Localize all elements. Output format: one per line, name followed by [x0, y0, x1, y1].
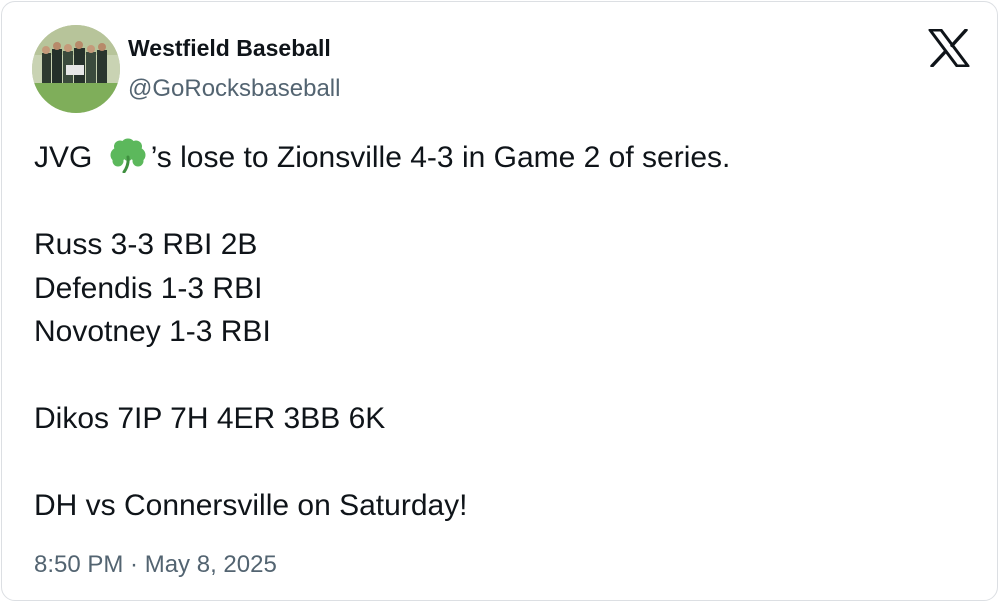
- tweet-line-text: ’s lose to Zionsville 4-3 in Game 2 of s…: [150, 141, 731, 174]
- author-handle[interactable]: @GoRocksbaseball: [128, 73, 340, 105]
- tweet-line: Defendis 1-3 RBI: [34, 271, 263, 305]
- tweet-timestamp[interactable]: 8:50 PM · May 8, 2025: [34, 549, 277, 581]
- team-photo-avatar-icon: [32, 25, 120, 113]
- tweet-line: Russ 3-3 RBI 2B: [34, 228, 258, 261]
- author-avatar[interactable]: [32, 25, 120, 113]
- tweet-line: DH vs Connersville on Saturday!: [34, 489, 468, 522]
- tweet-line: Novotney 1-3 RBI: [34, 315, 271, 348]
- tweet-line: JVG ’s lose to Zionsville 4-3 in Game 2 …: [34, 136, 974, 180]
- author-display-name[interactable]: Westfield Baseball: [128, 32, 331, 64]
- shamrock-emoji-icon: [107, 137, 149, 174]
- x-logo-icon[interactable]: [928, 28, 970, 68]
- tweet-text: JVG ’s lose to Zionsville 4-3 in Game 2 …: [34, 136, 974, 528]
- tweet-line-text: JVG: [34, 141, 101, 174]
- tweet-card: Westfield Baseball @GoRocksbaseball JVG: [1, 1, 998, 601]
- tweet-line: Dikos 7IP 7H 4ER 3BB 6K: [34, 402, 386, 435]
